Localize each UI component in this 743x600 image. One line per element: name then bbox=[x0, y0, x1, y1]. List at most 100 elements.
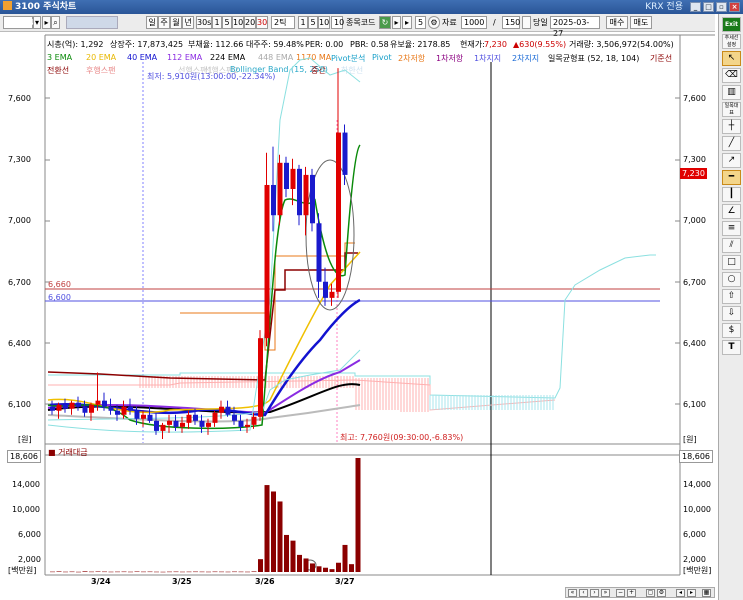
candle-body[interactable] bbox=[206, 422, 211, 427]
volume-bar[interactable] bbox=[219, 571, 224, 573]
volume-bar[interactable] bbox=[316, 566, 322, 572]
volume-bar[interactable] bbox=[108, 571, 114, 573]
volume-bar[interactable] bbox=[329, 569, 335, 572]
candle-body[interactable] bbox=[264, 184, 270, 339]
chart-scrollbar[interactable]: « ‹ › » − + ▢ ⚙ ◂ ▸ ▦ bbox=[565, 587, 715, 598]
eraser-icon[interactable]: ⌫ bbox=[722, 68, 741, 83]
candle-body[interactable] bbox=[342, 132, 348, 175]
volume-bar[interactable] bbox=[76, 571, 81, 573]
fibonacci-icon[interactable]: ≡ bbox=[722, 221, 741, 236]
arrow-up-icon[interactable]: ⇧ bbox=[722, 289, 741, 304]
volume-bar[interactable] bbox=[251, 571, 257, 572]
candle-body[interactable] bbox=[336, 132, 341, 292]
volume-bar[interactable] bbox=[173, 571, 179, 573]
circle-icon[interactable]: ○ bbox=[722, 272, 741, 287]
candle-body[interactable] bbox=[180, 422, 185, 427]
candle-body[interactable] bbox=[245, 424, 250, 427]
volume-bar[interactable] bbox=[50, 571, 55, 573]
volume-bar[interactable] bbox=[186, 571, 192, 573]
volume-bar[interactable] bbox=[206, 571, 211, 573]
candle-body[interactable] bbox=[258, 338, 263, 417]
volume-bar[interactable] bbox=[297, 554, 302, 572]
volume-bar[interactable] bbox=[277, 501, 283, 572]
volume-bar[interactable] bbox=[258, 559, 263, 572]
volume-bar[interactable] bbox=[56, 571, 62, 572]
volume-bar[interactable] bbox=[303, 558, 309, 572]
volume-bar[interactable] bbox=[199, 571, 205, 573]
rectangle-icon[interactable]: □ bbox=[722, 255, 741, 270]
pointer-icon[interactable]: ↖ bbox=[722, 51, 741, 66]
volume-bar[interactable] bbox=[349, 564, 354, 572]
candle-body[interactable] bbox=[316, 223, 322, 282]
volume-bar[interactable] bbox=[232, 571, 237, 573]
crosshair-icon[interactable]: ┼ bbox=[722, 119, 741, 134]
candle-body[interactable] bbox=[238, 420, 244, 427]
vertical-line-icon[interactable]: ┃ bbox=[722, 187, 741, 202]
fit-icon[interactable]: ▦ bbox=[702, 589, 711, 597]
volume-bar[interactable] bbox=[167, 571, 172, 573]
candle-body[interactable] bbox=[102, 400, 107, 407]
volume-bar[interactable] bbox=[342, 544, 348, 572]
candle-body[interactable] bbox=[284, 162, 289, 190]
candle-body[interactable] bbox=[323, 281, 328, 298]
candle-body[interactable] bbox=[186, 414, 192, 423]
zoom-out-icon[interactable]: − bbox=[616, 589, 625, 597]
candle-body[interactable] bbox=[329, 291, 335, 298]
volume-bar[interactable] bbox=[355, 458, 361, 572]
volume-bar[interactable] bbox=[290, 540, 296, 572]
volume-bar[interactable] bbox=[89, 571, 94, 573]
candle-body[interactable] bbox=[160, 424, 166, 431]
candle-body[interactable] bbox=[303, 174, 309, 216]
candle-body[interactable] bbox=[271, 184, 276, 216]
candle-body[interactable] bbox=[232, 414, 237, 421]
candle-body[interactable] bbox=[251, 416, 257, 425]
candle-body[interactable] bbox=[76, 402, 81, 407]
volume-bar[interactable] bbox=[102, 571, 107, 573]
candle-body[interactable] bbox=[277, 162, 283, 216]
volume-bar[interactable] bbox=[154, 571, 159, 573]
volume-bar[interactable] bbox=[147, 571, 153, 573]
candle-body[interactable] bbox=[290, 168, 296, 190]
candle-body[interactable] bbox=[173, 420, 179, 427]
scroll-right-icon[interactable]: › bbox=[590, 589, 599, 597]
arrow-down-icon[interactable]: ⇩ bbox=[722, 306, 741, 321]
candle-body[interactable] bbox=[50, 406, 55, 411]
volume-bar[interactable] bbox=[245, 571, 250, 573]
scroll-first-icon[interactable]: « bbox=[568, 589, 577, 597]
volume-bar[interactable] bbox=[134, 571, 140, 573]
candle-body[interactable] bbox=[63, 404, 68, 409]
exit-button[interactable]: Exit bbox=[722, 17, 741, 32]
volume-bar[interactable] bbox=[193, 571, 198, 573]
candle-body[interactable] bbox=[69, 402, 75, 409]
volume-bar[interactable] bbox=[323, 567, 328, 572]
price-chart[interactable] bbox=[0, 0, 715, 600]
bar-chart-icon[interactable]: ▥ bbox=[722, 85, 741, 100]
volume-bar[interactable] bbox=[284, 534, 289, 572]
candle-body[interactable] bbox=[56, 404, 62, 411]
volume-bar[interactable] bbox=[121, 571, 127, 573]
volume-bar[interactable] bbox=[238, 571, 244, 573]
volume-bar[interactable] bbox=[115, 571, 120, 573]
text-tool-icon[interactable]: T bbox=[722, 340, 741, 355]
channel-icon[interactable]: ⫽ bbox=[722, 238, 741, 253]
candle-body[interactable] bbox=[310, 174, 315, 224]
volume-bar[interactable] bbox=[212, 571, 218, 573]
candle-body[interactable] bbox=[141, 414, 146, 419]
candle-body[interactable] bbox=[108, 406, 114, 411]
angle-icon[interactable]: ∠ bbox=[722, 204, 741, 219]
candle-body[interactable] bbox=[147, 414, 153, 421]
currency-icon[interactable]: $ bbox=[722, 323, 741, 338]
volume-bar[interactable] bbox=[225, 571, 231, 573]
volume-bar[interactable] bbox=[264, 485, 270, 572]
candle-body[interactable] bbox=[82, 406, 88, 413]
candle-body[interactable] bbox=[89, 404, 94, 413]
candle-body[interactable] bbox=[128, 406, 133, 411]
candle-body[interactable] bbox=[121, 406, 127, 415]
settings-small-icon[interactable]: ⚙ bbox=[657, 589, 666, 597]
volume-bar[interactable] bbox=[180, 571, 185, 573]
candle-body[interactable] bbox=[219, 406, 224, 413]
candle-body[interactable] bbox=[134, 410, 140, 419]
candle-body[interactable] bbox=[212, 412, 218, 423]
candle-body[interactable] bbox=[115, 410, 120, 415]
candle-body[interactable] bbox=[193, 414, 198, 421]
